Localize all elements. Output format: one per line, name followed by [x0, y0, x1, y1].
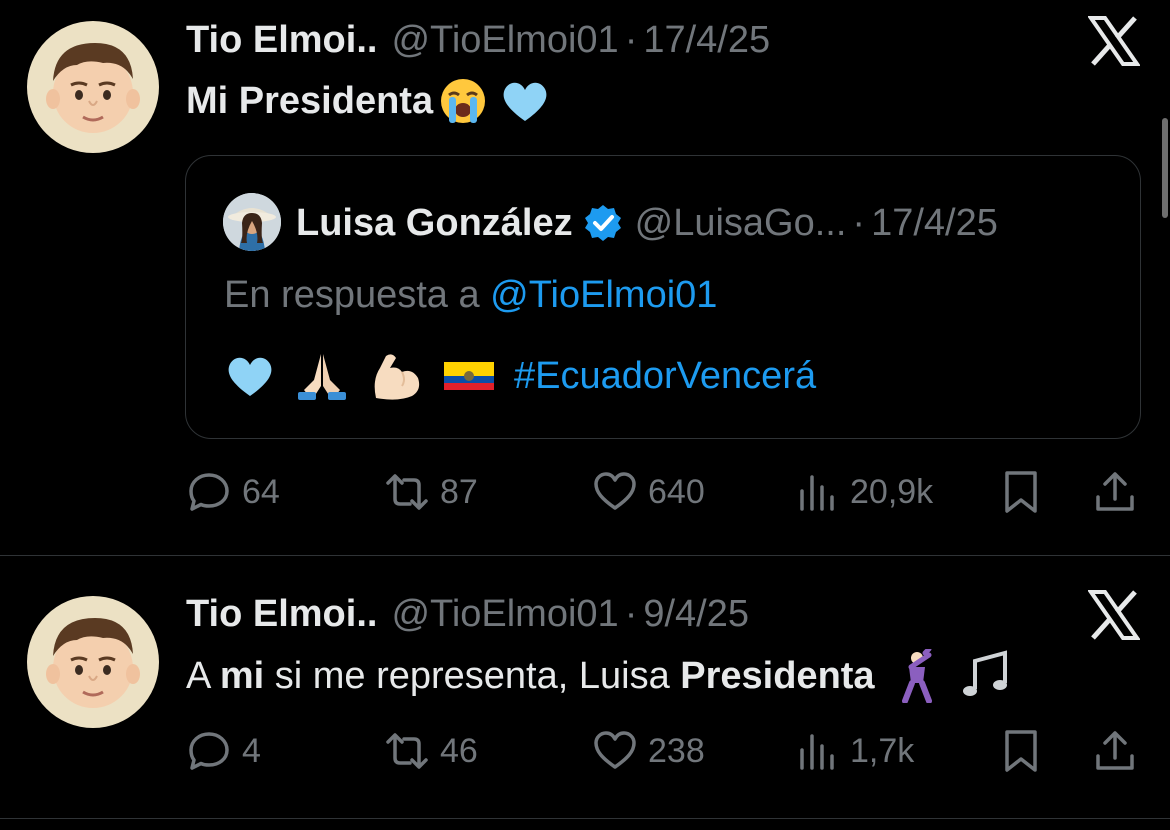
reply-count: 4 — [242, 731, 261, 770]
tweet-text-bold: Presidenta — [680, 654, 875, 697]
tweet-text: A mi si me representa, Luisa Presidenta — [186, 649, 1015, 703]
author-handle[interactable]: @TioElmoi01 — [391, 19, 618, 62]
loudly-crying-face-icon — [441, 79, 486, 123]
separator-dot: · — [624, 592, 638, 635]
quoted-tweet[interactable]: Luisa González @LuisaGo... · 17/4/25 En … — [185, 155, 1141, 439]
timeline: Tio Elmoi.. @TioElmoi01 · 17/4/25 Mi Pre… — [0, 0, 1170, 830]
hashtag-link[interactable]: #EcuadorVencerá — [514, 355, 816, 398]
separator-dot: · — [624, 18, 638, 61]
verified-badge-icon — [584, 205, 621, 241]
reply-button[interactable]: 64 — [186, 464, 280, 520]
quote-author-handle[interactable]: @LuisaGo... — [635, 202, 847, 245]
light-blue-heart-icon — [228, 357, 272, 396]
share-icon — [1096, 731, 1134, 770]
views-count: 1,7k — [850, 731, 915, 770]
ecuador-flag-icon — [444, 362, 494, 390]
tweet[interactable]: Tio Elmoi.. @TioElmoi01 · 17/4/25 Mi Pre… — [0, 0, 1170, 556]
reply-count: 64 — [242, 472, 280, 511]
views-count: 20,9k — [850, 472, 934, 511]
action-bar: 4 46 238 1,7k — [186, 723, 1146, 779]
bookmark-icon — [1005, 730, 1037, 772]
quote-avatar[interactable] — [223, 193, 281, 251]
heart-icon — [594, 472, 636, 510]
retweet-icon — [386, 474, 428, 510]
like-button[interactable]: 238 — [592, 723, 705, 779]
retweet-button[interactable]: 87 — [384, 464, 478, 520]
views-icon — [800, 734, 834, 770]
reply-icon — [189, 732, 229, 770]
quote-author-name[interactable]: Luisa González — [296, 202, 573, 245]
avatar[interactable] — [27, 596, 159, 728]
tweet-text-part: A — [186, 654, 220, 697]
quote-date[interactable]: 17/4/25 — [871, 202, 998, 245]
retweet-button[interactable]: 46 — [384, 723, 478, 779]
like-button[interactable]: 640 — [592, 464, 705, 520]
share-button[interactable] — [1092, 723, 1138, 779]
share-button[interactable] — [1092, 464, 1138, 520]
heart-icon — [594, 731, 636, 769]
views-button[interactable]: 20,9k — [794, 464, 933, 520]
reply-prefix: En respuesta a — [224, 274, 480, 316]
musical-notes-icon — [962, 650, 1007, 696]
author-handle[interactable]: @TioElmoi01 — [391, 593, 618, 636]
reply-mention-link[interactable]: @TioElmoi01 — [490, 274, 717, 316]
tweet-date[interactable]: 9/4/25 — [643, 593, 749, 636]
scrollbar[interactable] — [1162, 118, 1168, 218]
separator-dot: · — [852, 201, 866, 244]
retweet-icon — [386, 733, 428, 769]
tweet-header: Tio Elmoi.. @TioElmoi01 · 9/4/25 — [186, 589, 749, 639]
x-logo-icon — [1088, 16, 1140, 66]
author-name[interactable]: Tio Elmoi.. — [186, 593, 377, 636]
bookmark-button[interactable] — [998, 464, 1044, 520]
action-bar: 64 87 640 20,9k — [186, 464, 1146, 520]
tweet-text-bold: mi — [219, 654, 265, 697]
like-count: 640 — [648, 472, 705, 511]
retweet-count: 87 — [440, 472, 478, 511]
light-blue-heart-icon — [503, 82, 547, 121]
bookmark-button[interactable] — [998, 723, 1044, 779]
tweet-text-part: si me representa, Luisa — [264, 654, 681, 697]
retweet-count: 46 — [440, 731, 478, 770]
quote-text: #EcuadorVencerá — [224, 346, 816, 406]
tweet-text-main: Mi Presidenta — [186, 79, 434, 122]
reply-icon — [189, 473, 229, 511]
avatar[interactable] — [27, 21, 159, 153]
x-logo-icon — [1088, 590, 1140, 640]
author-name[interactable]: Tio Elmoi.. — [186, 19, 377, 62]
man-dancing-icon — [901, 649, 932, 703]
flexed-biceps-icon — [374, 354, 420, 400]
bookmark-icon — [1005, 471, 1037, 513]
folded-hands-icon — [298, 354, 346, 400]
tweet-header: Tio Elmoi.. @TioElmoi01 · 17/4/25 — [186, 15, 770, 65]
tweet-text: Mi Presidenta — [186, 75, 551, 127]
quote-header: Luisa González @LuisaGo... · 17/4/25 — [296, 198, 998, 248]
tweet-date[interactable]: 17/4/25 — [643, 19, 770, 62]
views-icon — [800, 475, 834, 511]
views-button[interactable]: 1,7k — [794, 723, 914, 779]
reply-context: En respuesta a @TioElmoi01 — [224, 274, 717, 317]
reply-button[interactable]: 4 — [186, 723, 261, 779]
tweet[interactable]: Tio Elmoi.. @TioElmoi01 · 9/4/25 A mi si… — [0, 556, 1170, 819]
share-icon — [1096, 472, 1134, 511]
like-count: 238 — [648, 731, 705, 770]
